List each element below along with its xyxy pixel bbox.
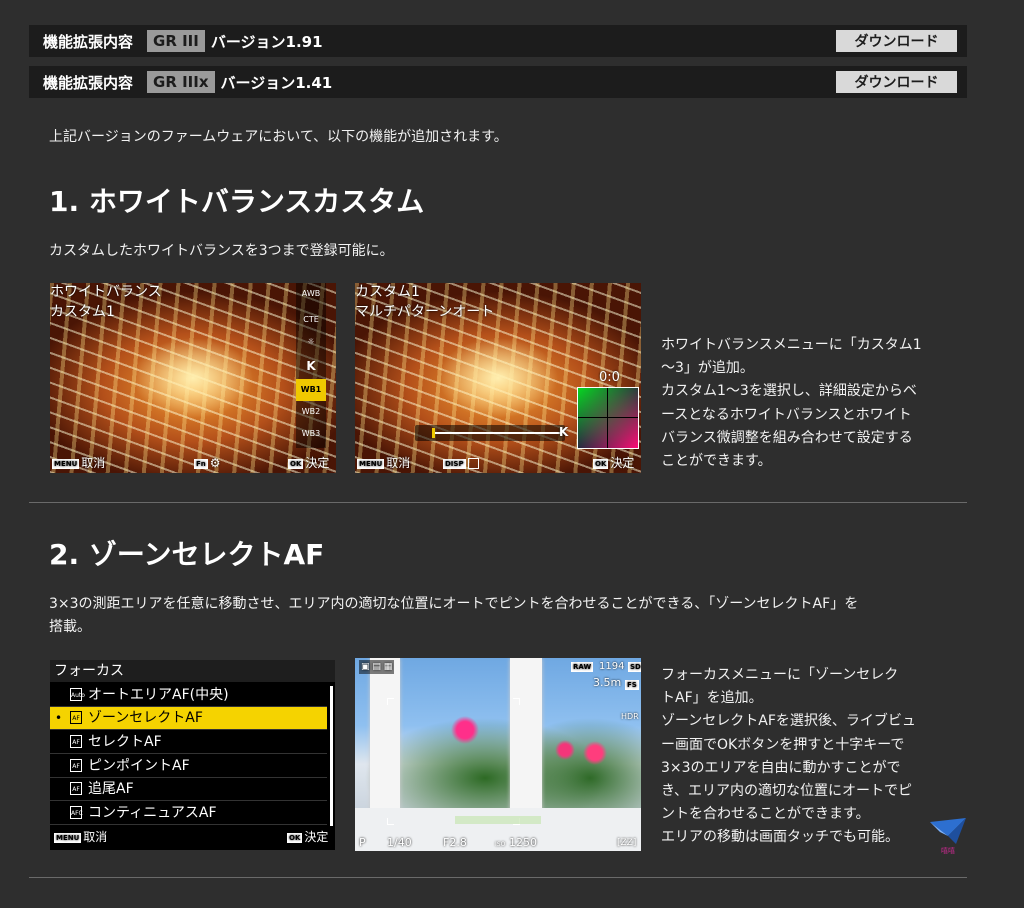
confirm-hint: OK 決定 — [288, 456, 330, 470]
confirm-hint: OK 決定 — [593, 456, 635, 470]
watermark-text: 嘻嘻 — [941, 846, 955, 855]
menu-chip: MENU — [52, 458, 80, 469]
focus-menu-item: Auto オートエリアAF(中央) — [50, 684, 327, 707]
version-label: バージョン1.91 — [210, 32, 323, 51]
af-zone-icon: AF — [70, 711, 82, 724]
model-tag: GR IIIx — [147, 71, 215, 93]
focus-menu-item: AF セレクトAF — [50, 731, 327, 754]
fn-hint: Fn ⚙ — [194, 456, 221, 470]
wb-option: CTE — [303, 315, 319, 324]
mode-icons: ▣ ▤ ▦ — [359, 660, 395, 674]
iso-label: ISO — [495, 841, 506, 848]
selected-dot-icon: • — [55, 711, 63, 725]
slider-thumb — [432, 428, 435, 438]
menu-scrollbar — [330, 686, 333, 826]
exposure-mode: P — [359, 836, 366, 849]
gear-icon: ⚙ — [209, 456, 221, 470]
wb-color-grid — [577, 387, 639, 449]
feature-label: 機能拡張内容 — [43, 73, 134, 92]
focus-menu-item-selected: • AF ゾーンセレクトAF — [50, 707, 327, 730]
ok-chip: OK — [593, 458, 609, 469]
wb-option: ☼ — [307, 337, 315, 346]
menu-chip: MENU — [54, 832, 82, 843]
focus-menu-item: AF ピンポイントAF — [50, 755, 327, 778]
focus-distance: 3.5m — [593, 676, 622, 689]
kelvin-label: K — [559, 425, 569, 439]
wb-option: K — [306, 359, 316, 373]
shutter-speed: 1/40 — [387, 836, 412, 849]
download-button-gr3x[interactable]: ダウンロード — [836, 71, 957, 93]
wb-title: ホワイトバランス — [50, 284, 162, 300]
grid-value: 0:0 — [599, 370, 620, 385]
wb-subtitle: カスタム1 — [50, 304, 115, 320]
cancel-hint: MENU 取消 — [357, 456, 411, 470]
raw-indicator: RAW — [571, 661, 594, 672]
focus-menu-item: AF 追尾AF — [50, 778, 327, 801]
wb-option: AWB — [301, 289, 321, 298]
section2-lead: 3×3の測距エリアを任意に移動させ、エリア内の適切な位置にオートでピントを合わせ… — [49, 596, 859, 635]
battery-icon: [ZZ] — [617, 838, 637, 848]
confirm-hint: OK 決定 — [287, 830, 329, 844]
disp-chip: DISP — [443, 458, 466, 469]
af-zone-bracket — [387, 818, 394, 825]
wb-option: WB2 — [301, 407, 321, 416]
wb-option: WB3 — [301, 429, 321, 438]
cancel-hint: MENU 取消 — [54, 830, 108, 844]
watermark-logo-icon: 嘻嘻 — [930, 818, 966, 855]
af-zone-bracket — [387, 698, 394, 705]
section1-title: 1. ホワイトバランスカスタム — [49, 185, 425, 218]
af-auto-icon: Auto — [70, 688, 85, 701]
fs-indicator: FS — [625, 679, 639, 690]
zone-af-liveview-screenshot: ▣ ▤ ▦ RAW 1194 SD 3.5m FS HDR P 1/40 F2.… — [355, 658, 641, 851]
download-bar-gr3: 機能拡張内容 GR III バージョン1.91 ダウンロード — [29, 25, 967, 57]
custom-title: カスタム1 — [355, 284, 420, 300]
ok-chip: OK — [288, 458, 304, 469]
focus-menu-title: フォーカス — [50, 660, 335, 682]
feature-label: 機能拡張内容 — [43, 32, 134, 51]
af-select-icon: AF — [70, 735, 82, 748]
section1-lead: カスタムしたホワイトバランスを3つまで登録可能に。 — [49, 243, 394, 259]
fn-chip: Fn — [194, 458, 208, 469]
wb-fine-tune-screenshot: カスタム1 マルチパターンオート 0:0 K MENU 取消 DISP OK 決定 — [355, 283, 641, 473]
focus-menu-screenshot: フォーカス Auto オートエリアAF(中央) • AF ゾーンセレクトAF A… — [50, 660, 335, 850]
cancel-hint: MENU 取消 — [52, 456, 106, 470]
model-tag: GR III — [147, 30, 205, 52]
shots-remaining: 1194 — [599, 661, 625, 672]
download-bar-gr3x: 機能拡張内容 GR IIIx バージョン1.41 ダウンロード — [29, 66, 967, 98]
disp-hint: DISP — [443, 456, 479, 470]
square-icon — [467, 458, 479, 469]
af-continuous-icon: AFC — [70, 806, 83, 819]
section-divider — [29, 502, 967, 503]
sd-indicator: SD — [628, 661, 641, 672]
ok-chip: OK — [287, 832, 303, 843]
wb-option-selected: WB1 — [296, 379, 326, 401]
wb-options-strip: AWB CTE ☼ K WB1 WB2 WB3 — [296, 283, 326, 448]
focus-menu-item: AFC コンティニュアスAF — [50, 802, 327, 825]
section2-title: 2. ゾーンセレクトAF — [49, 538, 325, 571]
aperture-value: F2.8 — [443, 836, 467, 849]
wb-menu-screenshot: ホワイトバランス カスタム1 AWB CTE ☼ K WB1 WB2 WB3 M… — [50, 283, 336, 473]
custom-subtitle: マルチパターンオート — [355, 304, 495, 320]
af-zone-highlight — [455, 816, 541, 824]
af-zone-bracket — [513, 698, 520, 705]
af-tracking-icon: AF — [70, 782, 82, 795]
intro-text: 上記バージョンのファームウェアにおいて、以下の機能が追加されます。 — [49, 129, 508, 145]
af-pinpoint-icon: AF — [70, 759, 82, 772]
download-button-gr3[interactable]: ダウンロード — [836, 30, 957, 52]
section1-description: ホワイトバランスメニューに「カスタム1 〜3」が追加。 カスタム1〜3を選択し、… — [661, 337, 922, 470]
section-divider — [29, 877, 967, 878]
iso-value: 1250 — [509, 836, 537, 849]
section2-description: フォーカスメニューに「ゾーンセレク トAF」を追加。 ゾーンセレクトAFを選択後… — [661, 667, 916, 846]
hdr-indicator: HDR — [621, 712, 639, 721]
menu-chip: MENU — [357, 458, 385, 469]
version-label: バージョン1.41 — [220, 73, 333, 92]
wb-slider — [415, 425, 565, 441]
